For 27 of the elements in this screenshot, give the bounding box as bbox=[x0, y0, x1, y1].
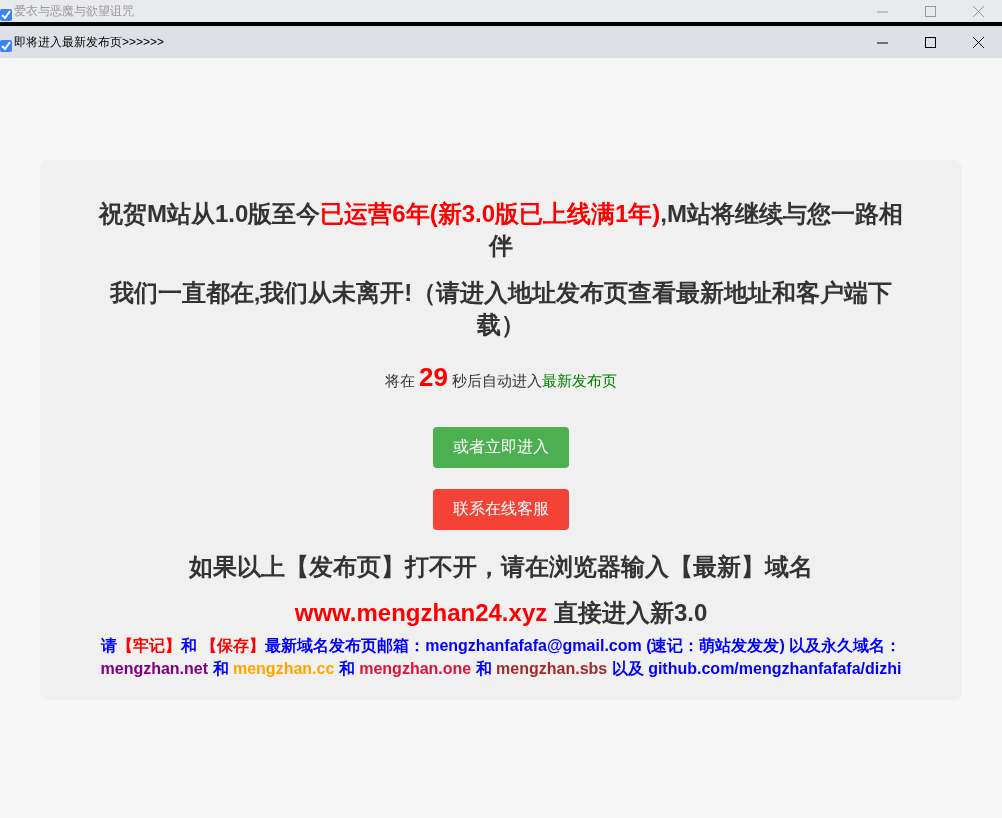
footer-text: 请 bbox=[100, 637, 117, 655]
headline: 我们一直都在,我们从未离开!（请进入地址发布页查看最新地址和客户端下载） bbox=[108, 277, 894, 341]
window-title: 即将进入最新发布页>>>>>> bbox=[13, 34, 166, 51]
headline: 祝贺M站从1.0版至今已运营6年(新3.0版已上线满1年),M站将继续与您一路相伴 bbox=[97, 199, 905, 262]
fallback-text: 如果以上【发布页】打不开，请在浏览器输入【最新】域名 bbox=[188, 551, 814, 582]
fallback-text: www.mengzhan24.xyz 直接进入新3.0 bbox=[293, 597, 709, 628]
footer-text: 【保存】 bbox=[201, 637, 266, 655]
enter-now-button[interactable]: 或者立即进入 bbox=[433, 426, 569, 468]
footer-text: mengzhan.one bbox=[359, 659, 472, 677]
footer-text: 和 bbox=[337, 659, 356, 677]
footer-text: mengzhan.sbs bbox=[496, 659, 608, 677]
footer-text: 以及 github.com/mengzhanfafafa/dizhi bbox=[610, 659, 902, 677]
window-title: 爱衣与恶魔与欲望诅咒 bbox=[13, 3, 135, 20]
contact-support-button[interactable]: 联系在线客服 bbox=[433, 488, 569, 530]
release-page-link[interactable]: 最新发布页 bbox=[542, 371, 618, 389]
footer-text: 和 bbox=[180, 637, 198, 655]
footer-text: 【牢记】 bbox=[116, 637, 181, 655]
countdown-number: 29 bbox=[419, 361, 448, 392]
close-icon[interactable] bbox=[972, 36, 984, 48]
countdown-text: 将在 bbox=[384, 371, 416, 389]
footer-text: mengzhan.net bbox=[100, 659, 209, 677]
countdown-text: 秒后自动进入 bbox=[451, 371, 543, 389]
maximize-icon[interactable] bbox=[924, 36, 936, 48]
footer-text: 和 bbox=[474, 659, 493, 677]
footer-text: mengzhan.cc bbox=[232, 659, 335, 677]
footer-text: 和 bbox=[211, 659, 230, 677]
footer-text: 最新域名发布页邮箱：mengzhanfafafa@gmail.com (速记：萌站发发发) 以及永久域名： bbox=[265, 637, 902, 655]
